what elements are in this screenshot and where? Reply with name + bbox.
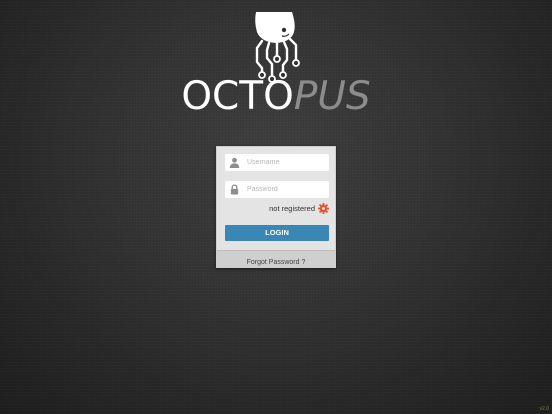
username-input[interactable] (247, 154, 327, 171)
app-logo-text: OCTOPUS (0, 73, 552, 121)
registration-row: not registered (225, 203, 329, 215)
registration-status-label: not registered (269, 204, 315, 213)
login-button[interactable]: LOGIN (225, 225, 329, 241)
forgot-password-link[interactable]: Forgot Password ? (247, 259, 306, 266)
version-label: v2.0 (539, 406, 549, 412)
login-card: not registered LOGIN Forgot Password ? (216, 146, 336, 268)
logo-text-secondary: PUS (293, 74, 371, 119)
gear-icon[interactable] (318, 203, 329, 214)
lock-icon (230, 184, 239, 195)
password-input[interactable] (247, 181, 327, 198)
forgot-password-bar: Forgot Password ? (217, 250, 335, 268)
password-field[interactable] (225, 181, 329, 198)
user-icon (229, 157, 240, 168)
logo-text-primary: OCTO (181, 74, 294, 119)
username-field[interactable] (225, 154, 329, 171)
